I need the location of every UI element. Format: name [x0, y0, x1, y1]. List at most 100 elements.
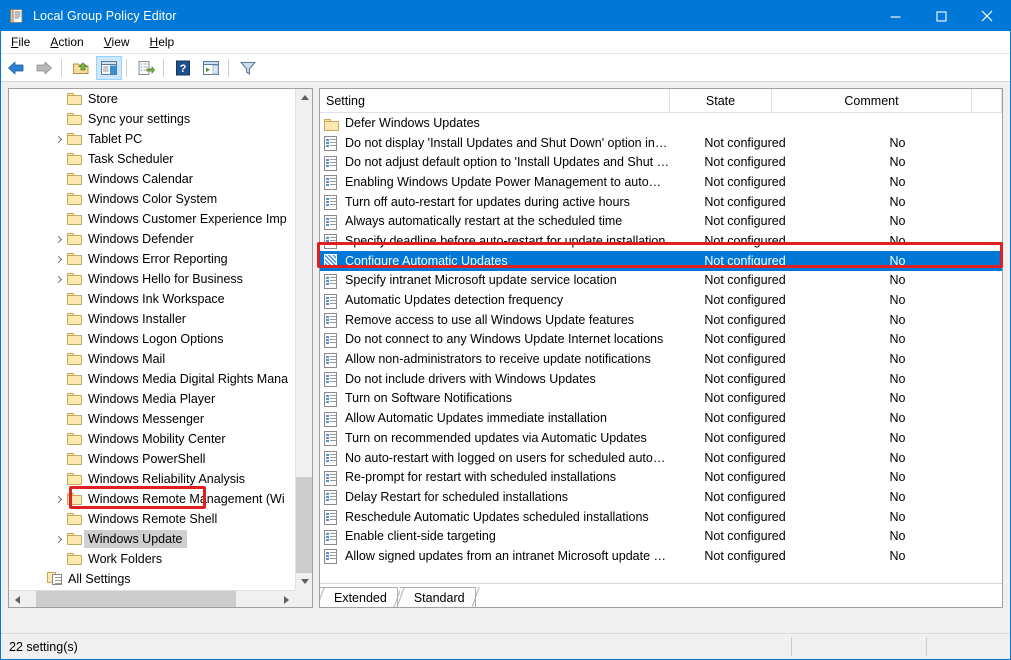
tree-scroll-right-button[interactable] [278, 591, 295, 608]
tree-item-task-scheduler[interactable]: Task Scheduler [9, 149, 297, 169]
table-row[interactable]: Enable client-side targetingNot configur… [320, 526, 1002, 546]
table-row[interactable]: Specify deadline before auto-restart for… [320, 231, 1002, 251]
menu-bar: File Action View Help [1, 31, 1010, 54]
tree-item-windows-mail[interactable]: Windows Mail [9, 349, 297, 369]
table-row[interactable]: Turn on recommended updates via Automati… [320, 428, 1002, 448]
chevron-right-icon[interactable] [51, 131, 67, 147]
table-row[interactable]: Defer Windows Updates [320, 113, 1002, 133]
up-one-level-button[interactable] [68, 56, 94, 80]
table-row[interactable]: Reschedule Automatic Updates scheduled i… [320, 507, 1002, 527]
tree-item-windows-ink-workspace[interactable]: Windows Ink Workspace [9, 289, 297, 309]
table-row[interactable]: Do not display 'Install Updates and Shut… [320, 133, 1002, 153]
show-hide-console-tree-button[interactable] [96, 56, 122, 80]
tree-item-windows-media-player[interactable]: Windows Media Player [9, 389, 297, 409]
chevron-right-icon[interactable] [51, 271, 67, 287]
table-row[interactable]: Allow signed updates from an intranet Mi… [320, 546, 1002, 566]
arrow-left-icon [7, 60, 25, 76]
back-button[interactable] [3, 56, 29, 80]
tree-scrollbar-thumb[interactable] [296, 477, 313, 573]
table-row[interactable]: Turn on Software NotificationsNot config… [320, 389, 1002, 409]
table-row[interactable]: Do not include drivers with Windows Upda… [320, 369, 1002, 389]
setting-comment-cell: No [820, 509, 975, 525]
tree-scroll-down-button[interactable] [296, 573, 313, 590]
table-row[interactable]: Turn off auto-restart for updates during… [320, 192, 1002, 212]
tree-item-windows-calendar[interactable]: Windows Calendar [9, 169, 297, 189]
window-title: Local Group Policy Editor [33, 9, 177, 23]
column-header-setting[interactable]: Setting [320, 89, 670, 113]
tree-item-windows-update[interactable]: Windows Update [9, 529, 297, 549]
table-row[interactable]: Configure Automatic UpdatesNot configure… [320, 251, 1002, 271]
column-header-state[interactable]: State [670, 89, 772, 113]
menu-action[interactable]: Action [40, 32, 93, 53]
tree-item-windows-messenger[interactable]: Windows Messenger [9, 409, 297, 429]
tree-item-windows-mobility-center[interactable]: Windows Mobility Center [9, 429, 297, 449]
maximize-button[interactable] [918, 1, 964, 31]
tree-item-windows-error-reporting[interactable]: Windows Error Reporting [9, 249, 297, 269]
table-row[interactable]: Enabling Windows Update Power Management… [320, 172, 1002, 192]
tree-twisty-spacer [51, 451, 67, 467]
menu-help[interactable]: Help [140, 32, 185, 53]
policy-icon [324, 509, 340, 524]
menu-file[interactable]: File [1, 32, 40, 53]
tab-extended[interactable]: Extended [320, 587, 398, 607]
policy-icon [324, 233, 340, 248]
table-row[interactable]: Allow Automatic Updates immediate instal… [320, 408, 1002, 428]
table-row[interactable]: Re-prompt for restart with scheduled ins… [320, 467, 1002, 487]
chevron-right-icon[interactable] [51, 251, 67, 267]
chevron-right-icon[interactable] [51, 491, 67, 507]
setting-comment-cell: No [820, 154, 975, 170]
tree-item-windows-installer[interactable]: Windows Installer [9, 309, 297, 329]
tree-item-store[interactable]: Store [9, 89, 297, 109]
column-header-comment[interactable]: Comment [772, 89, 972, 113]
tree-vertical-scrollbar[interactable] [295, 89, 312, 590]
tree-twisty-spacer [51, 551, 67, 567]
settings-list-body[interactable]: Defer Windows UpdatesDo not display 'Ins… [320, 113, 1002, 583]
tree-item-tablet-pc[interactable]: Tablet PC [9, 129, 297, 149]
tree-item-work-folders[interactable]: Work Folders [9, 549, 297, 569]
tree-item-windows-color-system[interactable]: Windows Color System [9, 189, 297, 209]
tree-viewport[interactable]: StoreSync your settingsTablet PCTask Sch… [9, 89, 297, 592]
minimize-button[interactable] [872, 1, 918, 31]
tree-twisty-spacer [31, 571, 47, 587]
filter-button[interactable] [235, 56, 261, 80]
tree-item-windows-remote-shell[interactable]: Windows Remote Shell [9, 509, 297, 529]
table-row[interactable]: Remove access to use all Windows Update … [320, 310, 1002, 330]
tree-scroll-left-button[interactable] [9, 591, 26, 608]
table-row[interactable]: Always automatically restart at the sche… [320, 211, 1002, 231]
chevron-right-icon[interactable] [51, 531, 67, 547]
chevron-right-icon[interactable] [51, 231, 67, 247]
tree-item-all-settings[interactable]: All Settings [9, 569, 297, 589]
close-button[interactable] [964, 1, 1010, 31]
tree-item-windows-powershell[interactable]: Windows PowerShell [9, 449, 297, 469]
policy-icon [324, 391, 340, 406]
table-row[interactable]: Specify intranet Microsoft update servic… [320, 271, 1002, 291]
tree-item-windows-defender[interactable]: Windows Defender [9, 229, 297, 249]
tree-hscrollbar-thumb[interactable] [36, 591, 236, 608]
table-row[interactable]: No auto-restart with logged on users for… [320, 448, 1002, 468]
tree-item-windows-hello-for-business[interactable]: Windows Hello for Business [9, 269, 297, 289]
tab-standard[interactable]: Standard [400, 587, 476, 607]
forward-button[interactable] [31, 56, 57, 80]
setting-name-cell: Delay Restart for scheduled installation… [345, 489, 670, 505]
table-row[interactable]: Delay Restart for scheduled installation… [320, 487, 1002, 507]
export-list-button[interactable] [133, 56, 159, 80]
tree-item-windows-remote-management-wi[interactable]: Windows Remote Management (Wi [9, 489, 297, 509]
tree-item-windows-customer-experience-imp[interactable]: Windows Customer Experience Imp [9, 209, 297, 229]
table-row[interactable]: Allow non-administrators to receive upda… [320, 349, 1002, 369]
table-row[interactable]: Do not connect to any Windows Update Int… [320, 330, 1002, 350]
tree-item-windows-reliability-analysis[interactable]: Windows Reliability Analysis [9, 469, 297, 489]
tree-item-windows-media-digital-rights-mana[interactable]: Windows Media Digital Rights Mana [9, 369, 297, 389]
table-row[interactable]: Automatic Updates detection frequencyNot… [320, 290, 1002, 310]
menu-view-rest: iew [112, 35, 130, 49]
tree-item-sync-your-settings[interactable]: Sync your settings [9, 109, 297, 129]
table-row[interactable]: Do not adjust default option to 'Install… [320, 152, 1002, 172]
help-button[interactable]: ? [170, 56, 196, 80]
show-hide-action-pane-button[interactable] [198, 56, 224, 80]
tree-twisty-spacer [51, 191, 67, 207]
tree-scroll-up-button[interactable] [296, 89, 313, 106]
setting-state-cell: Not configured [670, 410, 820, 426]
tree-horizontal-scrollbar[interactable] [9, 590, 295, 607]
menu-view[interactable]: View [94, 32, 140, 53]
tree-item-windows-logon-options[interactable]: Windows Logon Options [9, 329, 297, 349]
folder-icon [67, 391, 83, 407]
